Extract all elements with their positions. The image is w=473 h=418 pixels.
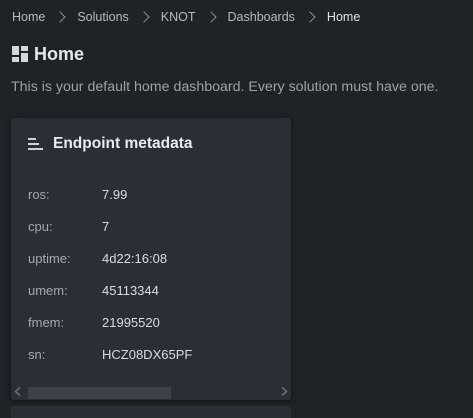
card-header: Endpoint metadata <box>28 135 193 153</box>
breadcrumb-item-knot[interactable]: KNOT <box>161 10 196 24</box>
page-title: Home <box>34 44 85 64</box>
next-card-edge <box>11 406 291 418</box>
scrollbar-thumb[interactable] <box>28 387 171 399</box>
breadcrumb-item-current: Home <box>326 10 361 24</box>
metadata-key: umem: <box>28 283 68 298</box>
breadcrumb-item-solutions[interactable]: Solutions <box>77 10 128 24</box>
metadata-key: cpu: <box>28 219 53 234</box>
metadata-key: sn: <box>28 347 46 362</box>
page-description: This is your default home dashboard. Eve… <box>11 79 439 95</box>
list-lines-icon <box>28 137 43 150</box>
card-title: Endpoint metadata <box>53 135 193 152</box>
metadata-key: uptime: <box>28 251 71 266</box>
chevron-right-icon <box>54 11 67 23</box>
endpoint-metadata-card: Endpoint metadata ros: 7.99 cpu: 7 uptim… <box>11 118 291 400</box>
metadata-value: HCZ08DX65PF <box>102 347 193 362</box>
metadata-key: ros: <box>28 187 50 202</box>
metadata-key: fmem: <box>28 315 65 330</box>
breadcrumb: Home Solutions KNOT Dashboards Home <box>12 9 360 25</box>
scroll-right-arrow-icon[interactable] <box>280 387 288 396</box>
breadcrumb-item-home[interactable]: Home <box>12 10 45 24</box>
metadata-list: ros: 7.99 cpu: 7 uptime: 4d22:16:08 umem… <box>28 187 192 379</box>
page-header: Home <box>12 44 84 65</box>
metadata-value: 21995520 <box>102 315 160 330</box>
metadata-value: 45113344 <box>102 283 159 298</box>
horizontal-scrollbar[interactable] <box>14 385 288 399</box>
chevron-right-icon <box>204 11 217 23</box>
metadata-row-ros: ros: 7.99 <box>28 187 192 219</box>
chevron-right-icon <box>304 11 316 23</box>
dashboard-grid-icon <box>12 45 28 62</box>
breadcrumb-item-dashboards[interactable]: Dashboards <box>228 10 295 24</box>
metadata-row-fmem: fmem: 21995520 <box>28 315 192 347</box>
metadata-value: 7 <box>102 219 110 234</box>
metadata-row-sn: sn: HCZ08DX65PF <box>28 347 192 379</box>
metadata-row-uptime: uptime: 4d22:16:08 <box>28 251 192 283</box>
metadata-value: 7.99 <box>102 187 128 202</box>
metadata-row-cpu: cpu: 7 <box>28 219 192 251</box>
chevron-right-icon <box>138 11 150 23</box>
scroll-left-arrow-icon[interactable] <box>14 387 22 396</box>
metadata-row-umem: umem: 45113344 <box>28 283 192 315</box>
metadata-value: 4d22:16:08 <box>102 251 168 266</box>
